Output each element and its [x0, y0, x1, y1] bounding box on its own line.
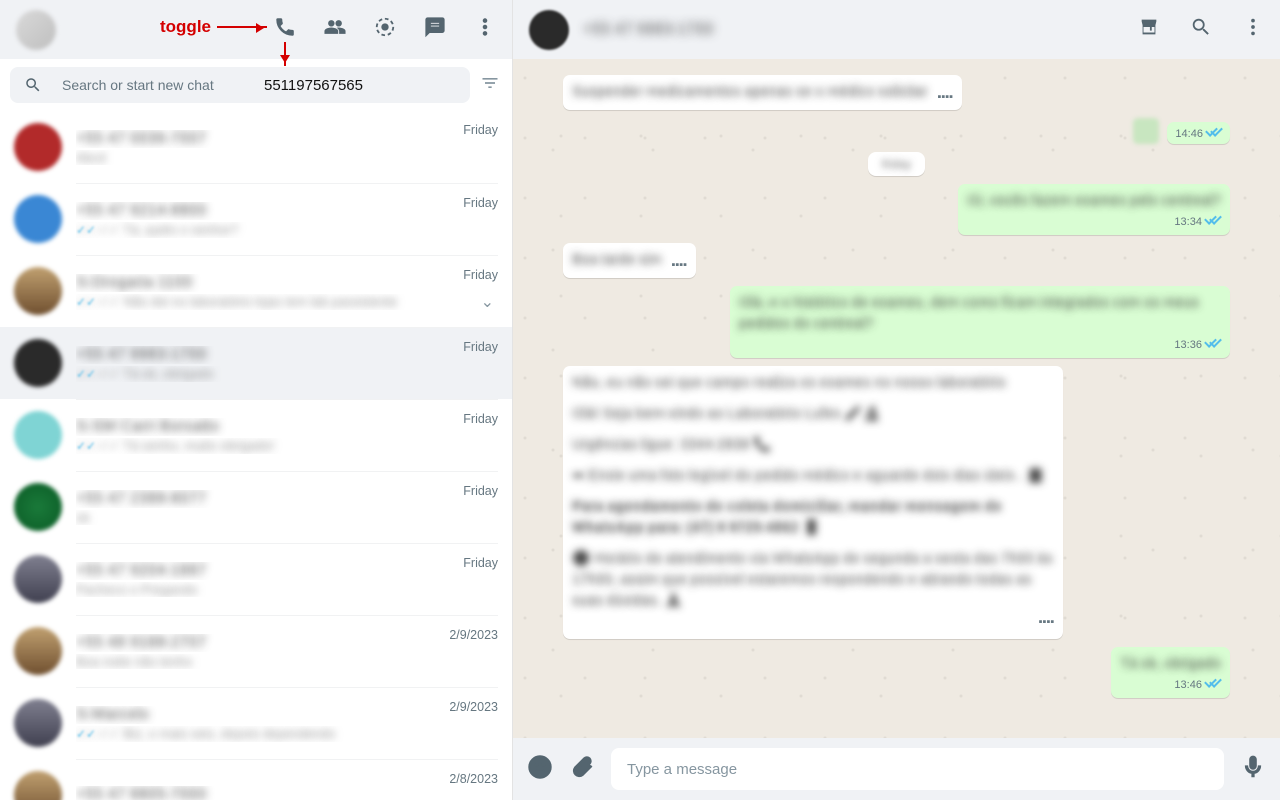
new-chat-icon[interactable]: [424, 16, 446, 43]
calls-icon[interactable]: [274, 16, 296, 43]
chat-time: Friday: [463, 556, 498, 570]
emoji-icon[interactable]: [527, 754, 553, 785]
chat-time: Friday: [463, 123, 498, 137]
chat-name: S-Marcelo: [76, 706, 498, 724]
chat-preview: ✓✓✓✓ Biz, o mais seis, depois dependendo: [76, 726, 498, 742]
search-icon[interactable]: [1190, 16, 1212, 43]
chat-item[interactable]: S-Drogaria 1100 ✓✓✓✓ Não dei no laboratór…: [0, 255, 512, 327]
chat-item[interactable]: +55 47 2388-8077 ok Friday: [0, 471, 512, 543]
chat-preview: Boa noite não tenho: [76, 654, 498, 669]
status-icon[interactable]: [374, 16, 396, 43]
dialed-number: 551197567565: [264, 77, 363, 94]
chat-time: 2/9/2023: [449, 700, 498, 714]
chat-name: S-Drogaria 1100: [76, 274, 498, 292]
chat-preview: Abcd: [76, 150, 498, 165]
chat-time: Friday: [463, 196, 498, 210]
chat-avatar: [14, 123, 62, 171]
message-in[interactable]: Suspender medicamentos apenas se o médic…: [563, 75, 962, 110]
chat-name: +55 47 9204-1887: [76, 562, 498, 580]
chat-name: +55 48 9188-2707: [76, 634, 498, 652]
chat-item[interactable]: +55 47 9204-1887 Pacheco o Pregando Friday: [0, 543, 512, 615]
chat-avatar: [14, 411, 62, 459]
chat-time: Friday: [463, 340, 498, 354]
chat-avatar: [14, 555, 62, 603]
chat-avatar: [14, 699, 62, 747]
message-placeholder: Type a message: [627, 761, 737, 778]
chat-avatar: [14, 627, 62, 675]
chat-item[interactable]: +55 48 9188-2707 Boa noite não tenho 2/9/2…: [0, 615, 512, 687]
message-in[interactable]: Não, eu não sei que campo realiza os exa…: [563, 366, 1063, 639]
chat-time: Friday: [463, 268, 498, 282]
my-avatar[interactable]: [16, 10, 56, 50]
sidebar-header: toggle: [0, 0, 512, 59]
chat-name: +55 47 8805-7000: [76, 786, 498, 800]
attach-icon[interactable]: [569, 754, 595, 785]
chat-preview: ✓✓✓✓ Tá senho, muito obrigado!: [76, 438, 498, 454]
message-list: Suspender medicamentos apenas se o médic…: [513, 59, 1280, 738]
chat-preview: ✓✓✓✓ Tá, quiés o senhor?: [76, 222, 498, 238]
chat-name: +55 47 9983-1700: [76, 346, 498, 364]
mic-icon[interactable]: [1240, 754, 1266, 785]
chat-avatar: [14, 339, 62, 387]
conversation-panel: +55 47 9983-1700 Suspender medicamentos …: [513, 0, 1280, 800]
menu-icon[interactable]: [474, 16, 496, 43]
chat-avatar: [14, 195, 62, 243]
store-icon[interactable]: [1138, 16, 1160, 43]
chat-time: Friday: [463, 412, 498, 426]
chat-avatar: [14, 483, 62, 531]
menu-icon[interactable]: [1242, 16, 1264, 43]
chat-time: Friday: [463, 484, 498, 498]
chat-item[interactable]: +55 47 0036-7007 Abcd Friday: [0, 111, 512, 183]
chat-time: 2/9/2023: [449, 628, 498, 642]
chat-name: S-SM Carri Borsatto: [76, 418, 498, 436]
chat-item[interactable]: +55 47 9214-8800 ✓✓✓✓ Tá, quiés o senhor?…: [0, 183, 512, 255]
groups-icon[interactable]: [324, 16, 346, 43]
annotation-label: toggle: [160, 17, 211, 37]
chat-item[interactable]: S-SM Carri Borsatto ✓✓✓✓ Tá senho, muito …: [0, 399, 512, 471]
chat-item[interactable]: +55 47 8805-70002/8/2023: [0, 759, 512, 800]
chat-preview: Pacheco o Pregando: [76, 582, 498, 597]
chat-preview: ✓✓✓✓ Tá ok, obrigado: [76, 366, 498, 382]
search-row: Search or start new chat 551197567565: [0, 59, 512, 111]
chat-avatar: [14, 771, 62, 800]
annotation-toggle: toggle: [160, 17, 267, 37]
search-input[interactable]: Search or start new chat 551197567565: [10, 67, 470, 103]
message-in[interactable]: Boa tarde sim▪▪▪▪: [563, 243, 696, 278]
date-divider: friday: [868, 152, 925, 176]
chat-avatar: [14, 267, 62, 315]
chat-item[interactable]: S-Marcelo ✓✓✓✓ Biz, o mais seis, depois d…: [0, 687, 512, 759]
chat-name: +55 47 0036-7007: [76, 130, 498, 148]
conversation-header: +55 47 9983-1700: [513, 0, 1280, 59]
sticker-message[interactable]: 14:46: [1133, 118, 1230, 144]
chat-name: +55 47 9214-8800: [76, 202, 498, 220]
message-out[interactable]: Oi, vocês fazem exames pelo centreal?13:…: [958, 184, 1230, 235]
sidebar: toggle: [0, 0, 513, 800]
message-input[interactable]: Type a message: [611, 748, 1224, 790]
message-out[interactable]: Tá ok, obrigado13:46: [1111, 647, 1230, 698]
search-placeholder: Search or start new chat: [62, 77, 456, 93]
composer: Type a message: [513, 738, 1280, 800]
chat-preview: ok: [76, 510, 498, 525]
chat-item[interactable]: +55 47 9983-1700 ✓✓✓✓ Tá ok, obrigado Frid…: [0, 327, 512, 399]
chat-time: 2/8/2023: [449, 772, 498, 786]
chevron-down-icon[interactable]: ⌄: [481, 292, 494, 312]
message-out[interactable]: Olá, e o histórico de exames, dem como f…: [730, 286, 1230, 358]
contact-title[interactable]: +55 47 9983-1700: [583, 21, 713, 39]
chat-preview: ✓✓✓✓ Não dei no laboratório lojas tem la…: [76, 294, 498, 310]
chat-list: +55 47 0036-7007AbcdFriday+55 47 9214-88…: [0, 111, 512, 800]
filter-icon[interactable]: [480, 73, 500, 98]
contact-avatar[interactable]: [529, 10, 569, 50]
chat-name: +55 47 2388-8077: [76, 490, 498, 508]
